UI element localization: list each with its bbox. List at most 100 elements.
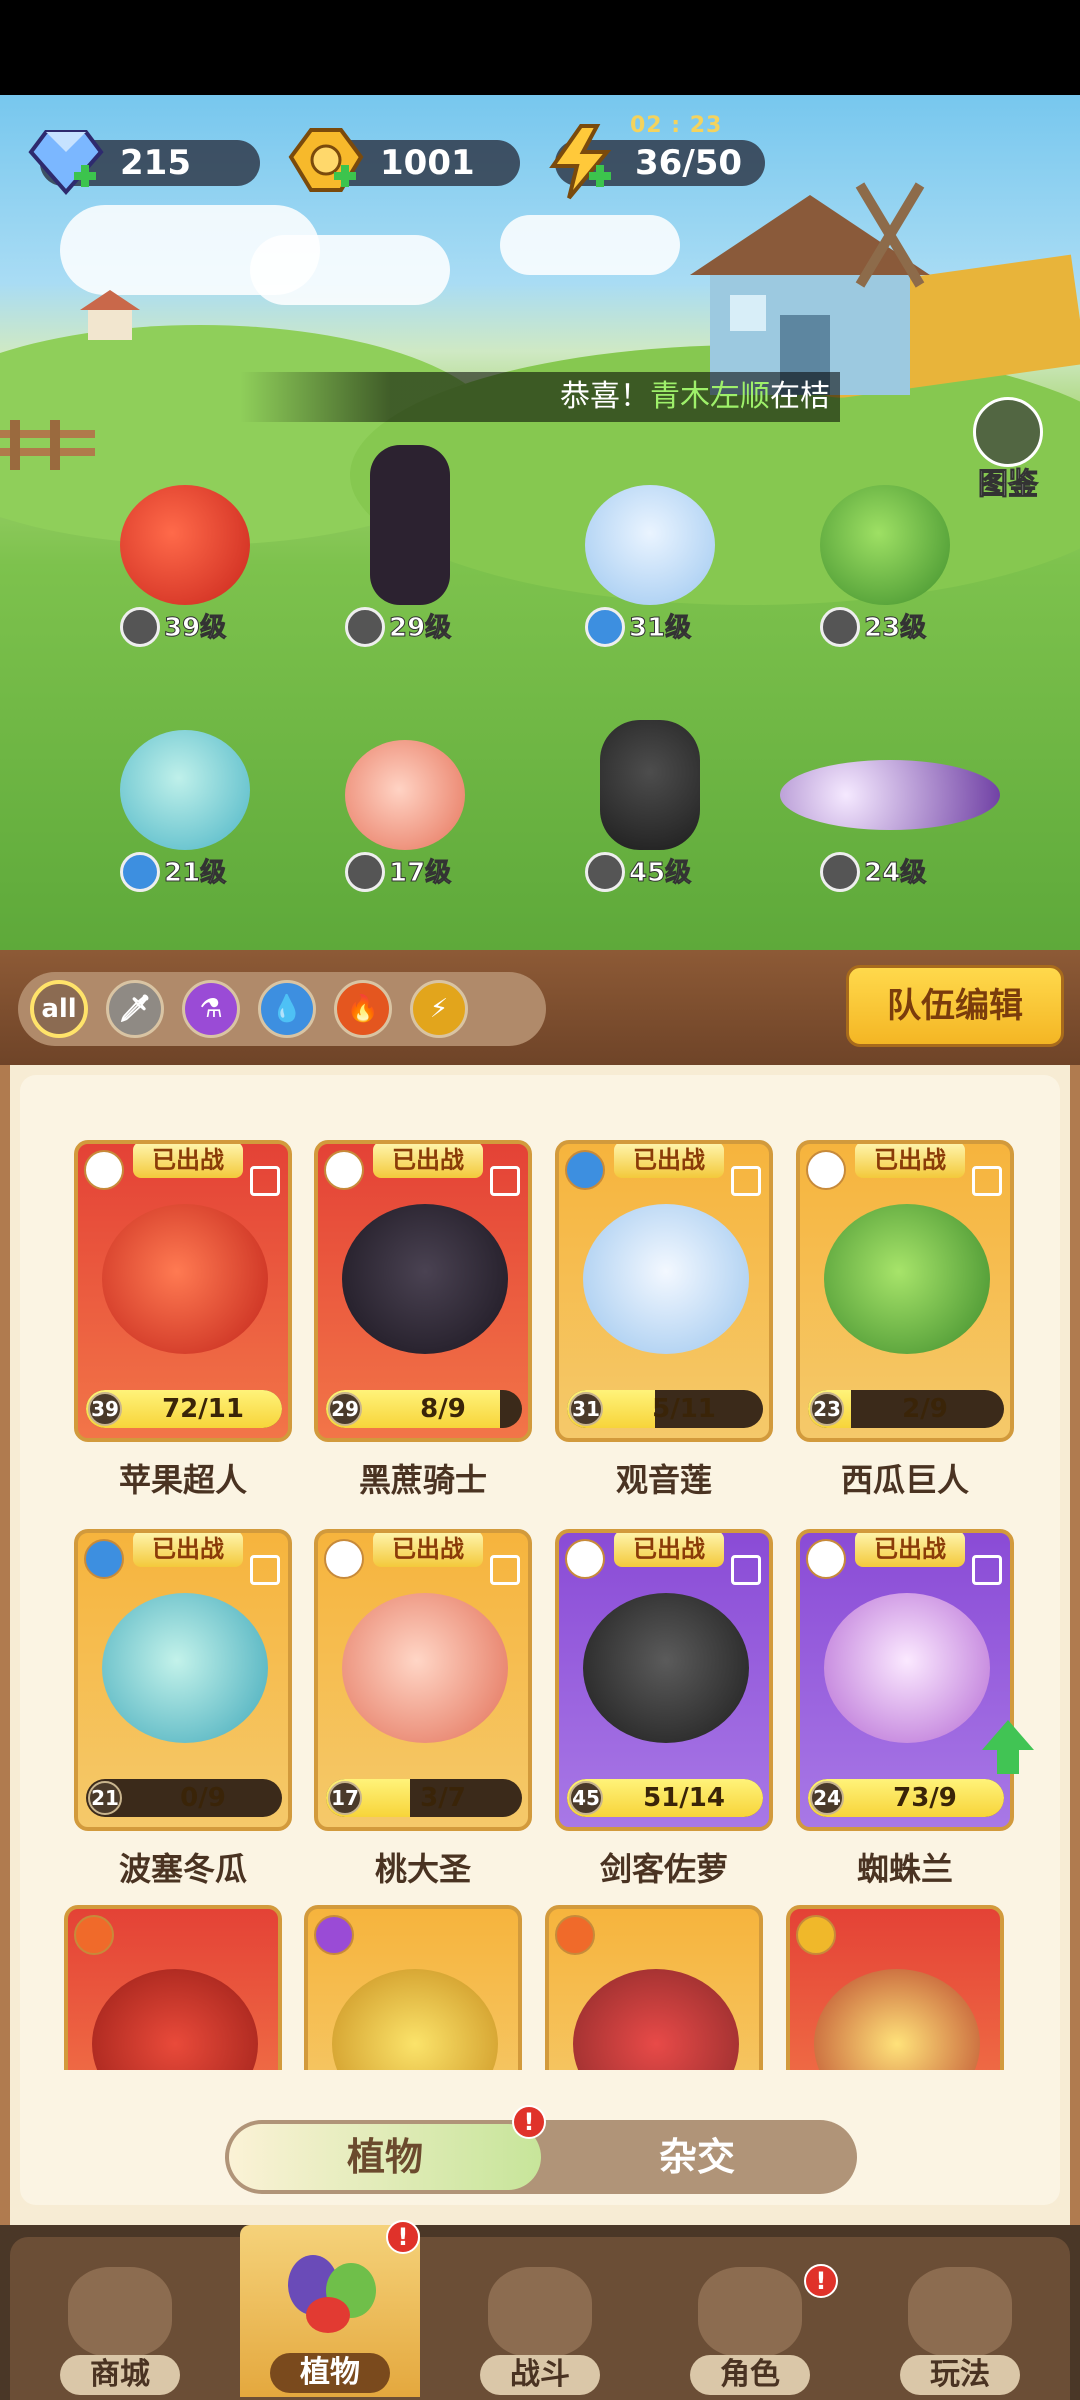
card-level: 31 (569, 1392, 603, 1426)
formation-slot-icon (972, 1166, 1002, 1196)
plant-card[interactable] (64, 1905, 282, 2070)
announcement-prefix: 恭喜！ (560, 379, 650, 414)
diamond-counter[interactable]: 215 (28, 130, 260, 196)
collection-button[interactable]: 图鉴 (968, 397, 1048, 503)
hero-level: 21级 (80, 848, 280, 892)
card-level: 29 (328, 1392, 362, 1426)
status-bar (0, 0, 1080, 95)
plants-tab-alert-badge: ! (512, 2105, 546, 2139)
deployed-badge: 已出战 (614, 1533, 724, 1567)
hero-level: 31级 (545, 603, 745, 647)
plant-card[interactable]: 已出战 45 51/14 (555, 1529, 773, 1831)
card-art (342, 1204, 508, 1354)
sword-icon (84, 1150, 124, 1190)
card-art (583, 1204, 749, 1354)
hero-poseidon-melon (120, 730, 250, 850)
gold-value: 1001 (380, 143, 475, 183)
plant-card[interactable]: 已出战 24 73/9 (796, 1529, 1014, 1831)
plant-card[interactable]: 已出战 31 5/11 (555, 1140, 773, 1442)
plant-name: 观音莲 (615, 1461, 712, 1499)
filter-bar: all 🗡 ⚗ 💧 🔥 ⚡ 队伍编辑 (0, 950, 1080, 1065)
team-edit-button[interactable]: 队伍编辑 (846, 965, 1064, 1047)
nav-plants-alert-badge: ! (386, 2220, 420, 2254)
plant-card[interactable]: 已出战 39 72/11 (74, 1140, 292, 1442)
team-hero[interactable]: 17级 (305, 700, 505, 900)
shard-progress-bar: 23 2/9 (808, 1390, 1004, 1428)
filter-lightning-button[interactable]: ⚡ (410, 980, 468, 1038)
card-art (92, 1969, 258, 2070)
plant-name: 蜘蛛兰 (856, 1850, 953, 1888)
team-hero[interactable]: 45级 (545, 700, 745, 900)
filter-all-button[interactable]: all (30, 980, 88, 1038)
plant-card[interactable] (304, 1905, 522, 2070)
deployed-badge: 已出战 (614, 1144, 724, 1178)
deployed-badge: 已出战 (133, 1144, 243, 1178)
hybrid-tab[interactable]: 杂交 (541, 2124, 853, 2190)
plant-card[interactable]: 已出战 23 2/9 (796, 1140, 1014, 1442)
plant-card[interactable] (545, 1905, 763, 2070)
sword-icon (806, 1539, 846, 1579)
sword-icon (820, 852, 860, 892)
sword-icon (345, 852, 385, 892)
card-art (332, 1969, 498, 2070)
card-art (102, 1204, 268, 1354)
gold-counter[interactable]: 1001 (288, 128, 520, 192)
plant-card[interactable]: 已出战 17 3/7 (314, 1529, 532, 1831)
shard-progress-bar: 39 72/11 (86, 1390, 282, 1428)
plant-name: 黑蔗骑士 (358, 1461, 487, 1499)
team-hero[interactable]: 39级 (80, 455, 280, 655)
formation-slot-icon (972, 1555, 1002, 1585)
team-hero[interactable]: 23级 (780, 455, 980, 655)
nav-shop[interactable]: 商城 (30, 2247, 210, 2397)
card-art (824, 1204, 990, 1354)
plant-card[interactable]: 已出战 21 0/9 (74, 1529, 292, 1831)
lightning-plus-icon (549, 124, 612, 200)
lightning-icon (796, 1915, 836, 1955)
fire-icon (555, 1915, 595, 1955)
water-drop-icon (585, 607, 625, 647)
sword-icon (585, 852, 625, 892)
nav-battle[interactable]: 战斗 (450, 2247, 630, 2397)
diamond-value: 215 (120, 143, 191, 183)
filter-fire-button[interactable]: 🔥 (334, 980, 392, 1038)
shard-progress-bar: 21 0/9 (86, 1779, 282, 1817)
hero-level: 17级 (305, 848, 505, 892)
team-hero[interactable]: 29级 (305, 445, 505, 655)
fire-icon: 🔥 (346, 994, 380, 1024)
plants-icon (278, 2245, 382, 2335)
team-hero[interactable]: 24级 (780, 700, 1000, 900)
filter-group: all 🗡 ⚗ 💧 🔥 ⚡ (18, 972, 546, 1046)
hero-watermelon-giant (820, 485, 950, 605)
filter-potion-button[interactable]: ⚗ (182, 980, 240, 1038)
hero-lotus (585, 485, 715, 605)
formation-slot-icon (490, 1166, 520, 1196)
energy-value: 36/50 (635, 143, 743, 183)
lightning-icon: ⚡ (429, 994, 449, 1024)
shard-count: 73/9 (893, 1783, 957, 1813)
shard-progress-bar: 31 5/11 (567, 1390, 763, 1428)
deployed-badge: 已出战 (855, 1533, 965, 1567)
energy-counter[interactable]: 36/50 (549, 124, 765, 200)
nav-gameplay[interactable]: 玩法 (870, 2247, 1050, 2397)
collection-label: 图鉴 (978, 467, 1039, 503)
team-hero[interactable]: 31级 (545, 455, 745, 655)
plant-name: 西瓜巨人 (840, 1461, 969, 1499)
shop-icon (68, 2267, 172, 2357)
hero-spider-orchid (780, 760, 1000, 830)
shard-progress-bar: 17 3/7 (326, 1779, 522, 1817)
gold-coin-plus-icon (288, 128, 364, 192)
plant-card[interactable]: 已出战 29 8/9 (314, 1140, 532, 1442)
shard-count: 72/11 (162, 1394, 244, 1424)
filter-water-button[interactable]: 💧 (258, 980, 316, 1038)
nav-label: 植物 (270, 2353, 390, 2393)
hero-black-cane-knight (370, 445, 450, 605)
plant-card[interactable] (786, 1905, 1004, 2070)
nav-tray: 商城 植物 战斗 角色 玩法 (10, 2225, 1070, 2400)
card-art (102, 1593, 268, 1743)
plants-tab[interactable]: 植物 (229, 2124, 541, 2190)
filter-sword-button[interactable]: 🗡 (106, 980, 164, 1038)
hero-level: 39级 (80, 603, 280, 647)
team-hero[interactable]: 21级 (80, 700, 280, 900)
nav-label: 玩法 (900, 2355, 1020, 2395)
deployed-badge: 已出战 (373, 1533, 483, 1567)
